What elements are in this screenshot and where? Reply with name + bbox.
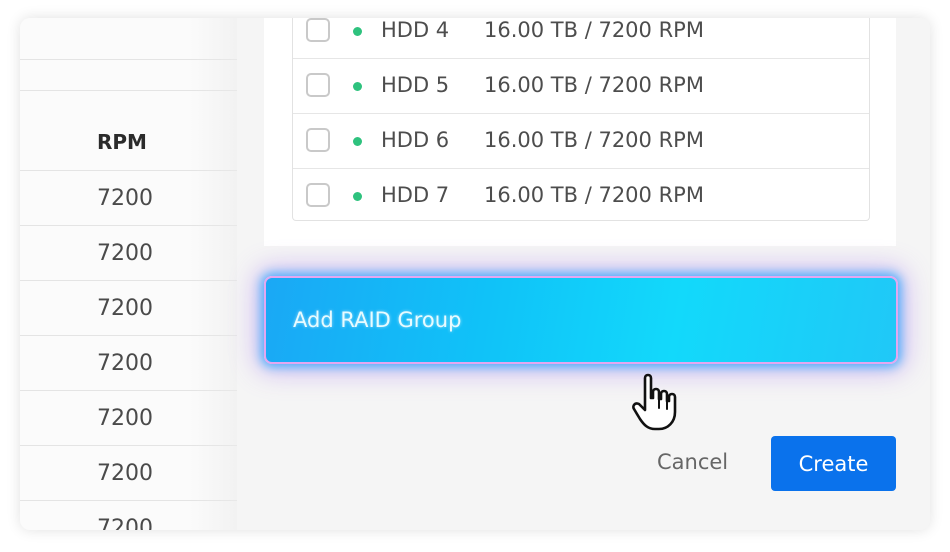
rpm-cell: 7200 — [97, 406, 153, 431]
disk-name: HDD 6 — [381, 128, 450, 152]
disk-spec: 16.00 TB / 7200 RPM — [484, 128, 704, 152]
disk-spec: 16.00 TB / 7200 RPM — [484, 18, 704, 42]
disk-row-hdd-7[interactable]: HDD 7 16.00 TB / 7200 RPM — [293, 169, 869, 224]
create-button[interactable]: Create — [771, 436, 896, 491]
disk-checkbox[interactable] — [306, 183, 330, 207]
create-raid-modal: HDD 4 16.00 TB / 7200 RPM HDD 5 16.00 TB… — [237, 18, 930, 530]
disk-name: HDD 4 — [381, 18, 450, 42]
status-dot-icon — [353, 27, 362, 36]
disk-row-hdd-4[interactable]: HDD 4 16.00 TB / 7200 RPM — [293, 18, 869, 59]
rpm-cell: 7200 — [97, 241, 153, 266]
cancel-button[interactable]: Cancel — [657, 450, 728, 474]
disk-checkbox[interactable] — [306, 128, 330, 152]
disk-checkbox[interactable] — [306, 73, 330, 97]
disk-spec: 16.00 TB / 7200 RPM — [484, 183, 704, 207]
status-dot-icon — [353, 137, 362, 146]
disk-list: HDD 4 16.00 TB / 7200 RPM HDD 5 16.00 TB… — [292, 18, 870, 221]
disk-row-hdd-5[interactable]: HDD 5 16.00 TB / 7200 RPM — [293, 59, 869, 114]
rpm-cell: 7200 — [97, 516, 153, 530]
add-raid-group-button[interactable]: Add RAID Group — [264, 276, 898, 364]
rpm-cell: 7200 — [97, 186, 153, 211]
hand-pointer-icon — [632, 373, 677, 431]
disk-checkbox[interactable] — [306, 18, 330, 42]
rpm-cell: 7200 — [97, 351, 153, 376]
app-window: RPM 7200 7200 7200 7200 7200 7200 7200 H… — [20, 18, 930, 530]
disk-row-hdd-6[interactable]: HDD 6 16.00 TB / 7200 RPM — [293, 114, 869, 169]
background-disk-table: RPM 7200 7200 7200 7200 7200 7200 7200 — [20, 18, 265, 530]
rpm-column-header: RPM — [97, 130, 147, 154]
disk-selection-card: HDD 4 16.00 TB / 7200 RPM HDD 5 16.00 TB… — [264, 18, 896, 246]
rpm-cell: 7200 — [97, 296, 153, 321]
status-dot-icon — [353, 82, 362, 91]
status-dot-icon — [353, 192, 362, 201]
rpm-cell: 7200 — [97, 461, 153, 486]
disk-spec: 16.00 TB / 7200 RPM — [484, 73, 704, 97]
disk-name: HDD 5 — [381, 73, 450, 97]
disk-name: HDD 7 — [381, 183, 450, 207]
add-raid-group-label: Add RAID Group — [293, 308, 462, 332]
